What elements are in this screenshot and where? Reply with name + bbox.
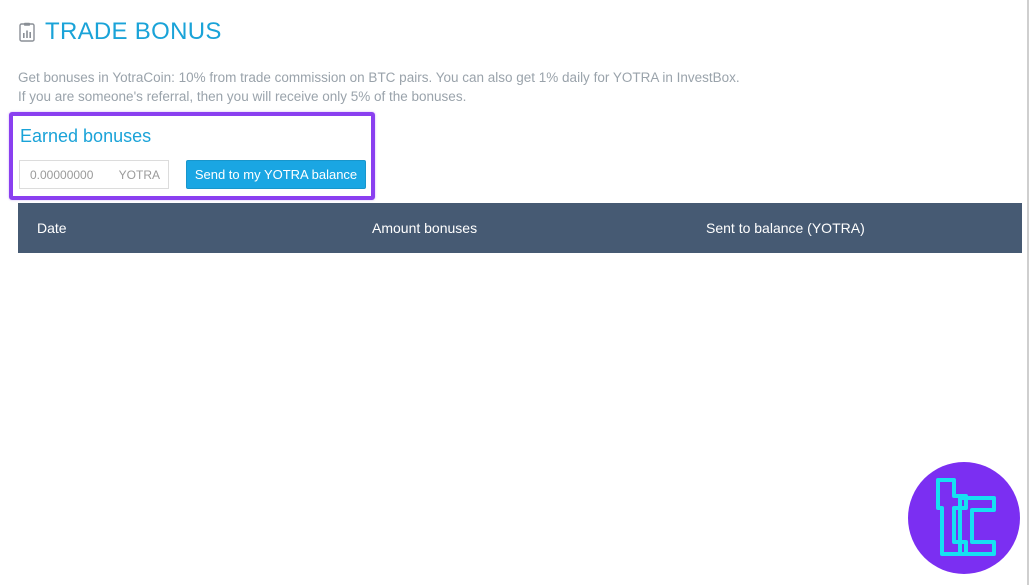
- page-header: TRADE BONUS: [17, 18, 222, 46]
- bonus-table-header: Date Amount bonuses Sent to balance (YOT…: [18, 203, 1022, 253]
- earned-amount-value: 0.00000000: [30, 168, 94, 182]
- clipboard-chart-icon: [17, 22, 37, 42]
- column-sent-to-balance[interactable]: Sent to balance (YOTRA): [706, 220, 865, 236]
- earned-amount-unit: YOTRA: [118, 168, 160, 182]
- tc-logo-icon: [908, 462, 1020, 574]
- description-line-1: Get bonuses in YotraCoin: 10% from trade…: [18, 70, 740, 85]
- earned-amount-field: 0.00000000 YOTRA: [19, 160, 169, 189]
- send-to-balance-button[interactable]: Send to my YOTRA balance: [186, 160, 366, 189]
- page-title: TRADE BONUS: [45, 18, 222, 45]
- column-date[interactable]: Date: [37, 220, 67, 236]
- column-amount-bonuses[interactable]: Amount bonuses: [372, 220, 477, 236]
- description-line-2: If you are someone's referral, then you …: [18, 89, 467, 104]
- bonus-description: Get bonuses in YotraCoin: 10% from trade…: [18, 68, 740, 106]
- earned-bonuses-title: Earned bonuses: [20, 126, 152, 146]
